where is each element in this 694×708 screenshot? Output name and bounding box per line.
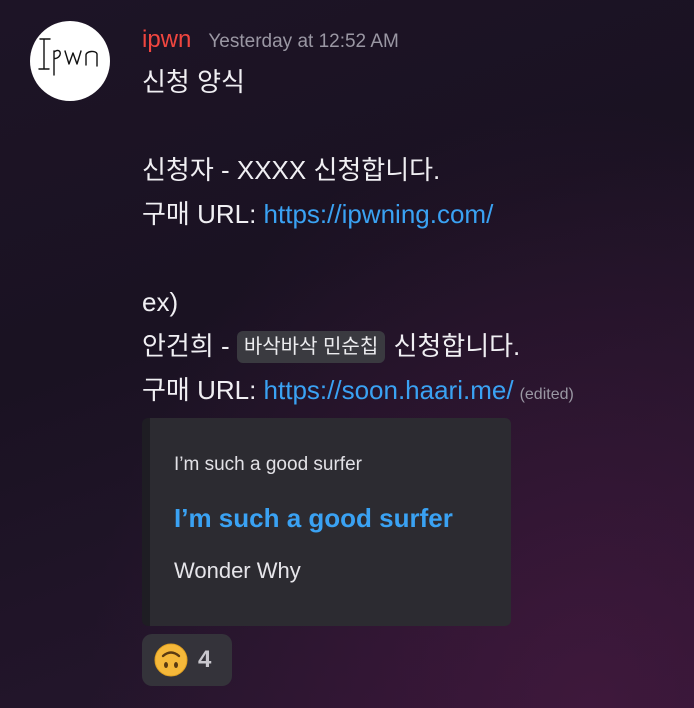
line-text: 안건희 - bbox=[142, 331, 237, 361]
line-text: 신청자 - XXXX 신청합니다. bbox=[142, 155, 441, 185]
avatar-handwriting-icon bbox=[38, 38, 98, 76]
line-text: 신청 양식 bbox=[142, 67, 245, 97]
url-label: 구매 URL: bbox=[142, 199, 264, 229]
url-label: 구매 URL: bbox=[142, 375, 264, 405]
link-embed: I’m such a good surfer I’m such a good s… bbox=[142, 418, 511, 626]
line-text: 신청합니다. bbox=[386, 331, 521, 361]
embed-provider: I’m such a good surfer bbox=[174, 454, 362, 475]
inline-code: 바삭바삭 민순칩 bbox=[236, 331, 386, 363]
message-body: 신청 양식 신청자 - XXXX 신청합니다. 구매 URL: https://… bbox=[142, 60, 682, 412]
edited-marker: (edited) bbox=[519, 386, 574, 403]
message-line: 구매 URL: https://soon.haari.me/ (edited) bbox=[142, 368, 682, 412]
message-line: ex) bbox=[142, 280, 682, 324]
chat-message: ipwn Yesterday at 12:52 AM 신청 양식 신청자 - X… bbox=[0, 0, 694, 708]
upside-down-face-icon bbox=[154, 643, 188, 677]
message-line: 신청 양식 bbox=[142, 60, 682, 104]
embed-title[interactable]: I’m such a good surfer bbox=[174, 503, 453, 534]
message-header: ipwn Yesterday at 12:52 AM bbox=[142, 26, 682, 60]
haari-link[interactable]: https://soon.haari.me/ bbox=[264, 375, 514, 405]
embed-description: Wonder Why bbox=[174, 558, 301, 583]
message-line: 구매 URL: https://ipwning.com/ bbox=[142, 192, 682, 236]
author-name[interactable]: ipwn bbox=[142, 26, 191, 54]
avatar[interactable] bbox=[30, 21, 110, 101]
ipwning-link[interactable]: https://ipwning.com/ bbox=[264, 199, 494, 229]
message-line: 안건희 - 바삭바삭 민순칩 신청합니다. bbox=[142, 324, 682, 368]
message-content: ipwn Yesterday at 12:52 AM 신청 양식 신청자 - X… bbox=[142, 26, 682, 686]
message-line: 신청자 - XXXX 신청합니다. bbox=[142, 148, 682, 192]
message-timestamp[interactable]: Yesterday at 12:52 AM bbox=[208, 31, 398, 53]
line-text: ex) bbox=[142, 287, 179, 317]
reaction-button[interactable]: 4 bbox=[142, 634, 232, 686]
reaction-count: 4 bbox=[198, 646, 212, 673]
